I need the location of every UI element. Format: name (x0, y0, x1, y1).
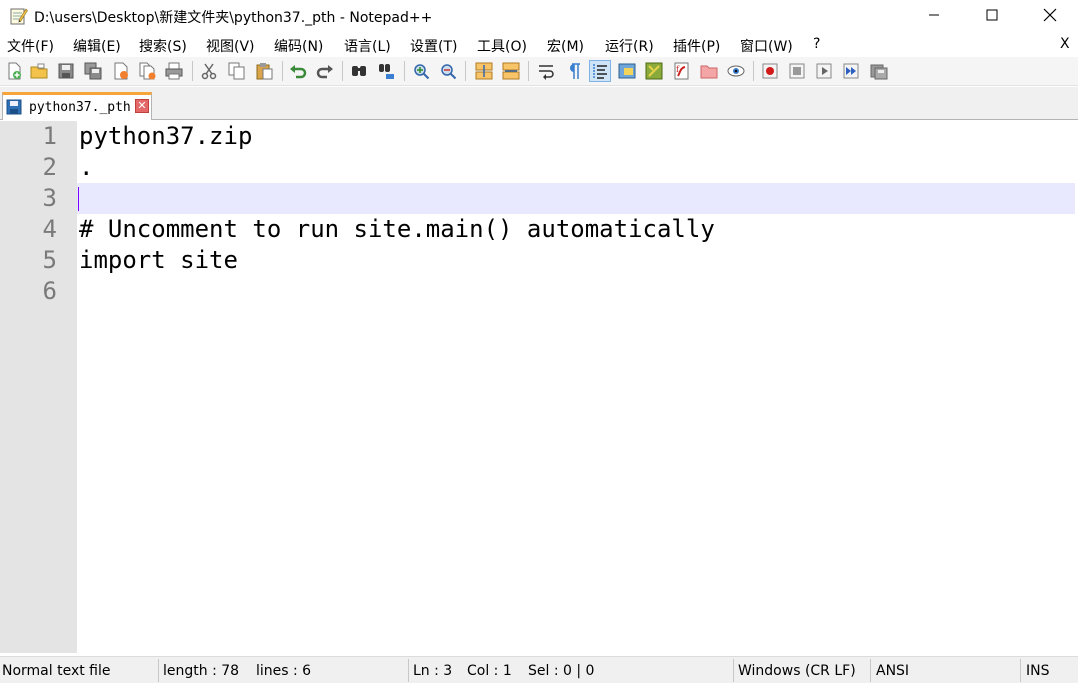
text-area[interactable]: python37.zip . # Uncomment to run site.m… (77, 121, 1078, 653)
menu-macro[interactable]: 宏(M) (547, 36, 584, 56)
save-icon[interactable] (55, 60, 77, 82)
zoom-out-icon[interactable] (437, 60, 459, 82)
paste-icon[interactable] (253, 60, 275, 82)
minimize-icon (929, 14, 939, 16)
undo-icon[interactable] (287, 60, 309, 82)
menu-search[interactable]: 搜索(S) (139, 36, 187, 56)
cut-icon[interactable] (198, 60, 220, 82)
record-macro-icon[interactable] (759, 60, 781, 82)
text-caret (78, 187, 79, 211)
folder-workspace-icon[interactable]: f (670, 60, 692, 82)
replace-icon[interactable] (376, 60, 398, 82)
line-number: 5 (42, 246, 57, 274)
tab-close-button[interactable]: ✕ (135, 99, 149, 113)
lines-label: lines : 6 (256, 663, 312, 679)
code-line[interactable]: import site (79, 245, 238, 276)
function-list-icon[interactable] (643, 60, 665, 82)
menu-bar: 文件(F) 编辑(E) 搜索(S) 视图(V) 编码(N) 语言(L) 设置(T… (0, 33, 1078, 57)
toolbar-separator (528, 61, 529, 81)
print-icon[interactable] (163, 60, 185, 82)
sync-vertical-icon[interactable] (473, 60, 495, 82)
code-line[interactable]: python37.zip (79, 121, 252, 152)
eol-format-label[interactable]: Windows (CR LF) (738, 663, 856, 679)
saved-file-icon (6, 99, 22, 115)
tab-label: python37._pth (29, 100, 131, 115)
line-position-label: Ln : 3 (413, 663, 453, 679)
stop-macro-icon[interactable] (786, 60, 808, 82)
maximize-icon (986, 9, 998, 21)
line-number: 1 (42, 122, 57, 150)
close-window-button[interactable] (1021, 0, 1078, 30)
tab-bar: python37._pth ✕ (0, 87, 1078, 120)
status-bar: Normal text file length : 78 lines : 6 L… (0, 656, 1078, 683)
show-all-chars-icon[interactable] (562, 60, 584, 82)
close-icon (1043, 8, 1057, 22)
toolbar-separator (753, 61, 754, 81)
menu-help[interactable]: ? (813, 36, 820, 52)
menu-view[interactable]: 视图(V) (206, 36, 255, 56)
monitor-icon[interactable] (725, 60, 747, 82)
menu-file[interactable]: 文件(F) (7, 36, 54, 56)
window-title: D:\users\Desktop\新建文件夹\python37._pth - N… (34, 10, 433, 26)
insert-mode-label: INS (1026, 663, 1050, 679)
length-label: length : 78 (163, 663, 240, 679)
status-separator (1020, 659, 1021, 682)
column-position-label: Col : 1 (467, 663, 512, 679)
menu-encoding[interactable]: 编码(N) (274, 36, 323, 56)
line-number: 4 (42, 215, 57, 243)
current-line-highlight (77, 183, 1075, 214)
menu-run[interactable]: 运行(R) (605, 36, 654, 56)
toolbar-separator (404, 61, 405, 81)
status-separator (733, 659, 734, 682)
line-number: 6 (42, 277, 57, 305)
toolbar-separator (342, 61, 343, 81)
menu-tools[interactable]: 工具(O) (477, 36, 527, 56)
menu-plugins[interactable]: 插件(P) (673, 36, 720, 56)
tab-python37-pth[interactable]: python37._pth ✕ (2, 92, 152, 120)
code-line[interactable]: # Uncomment to run site.main() automatic… (79, 214, 715, 245)
toolbar-separator (282, 61, 283, 81)
toolbar-separator (192, 61, 193, 81)
status-separator (870, 659, 871, 682)
redo-icon[interactable] (314, 60, 336, 82)
open-file-icon[interactable] (28, 60, 50, 82)
indent-guide-icon[interactable] (589, 60, 611, 82)
close-document-button[interactable]: X (1060, 36, 1070, 52)
editor[interactable]: 1 2 3 4 5 6 python37.zip . # Uncomment t… (0, 121, 1078, 653)
menu-settings[interactable]: 设置(T) (410, 36, 457, 56)
code-line[interactable]: . (79, 152, 93, 183)
menu-window[interactable]: 窗口(W) (740, 36, 793, 56)
close-file-icon[interactable] (110, 60, 132, 82)
new-file-icon[interactable] (3, 60, 25, 82)
line-number: 2 (42, 153, 57, 181)
encoding-label[interactable]: ANSI (876, 663, 909, 679)
notepad-icon (8, 6, 28, 26)
find-icon[interactable] (348, 60, 370, 82)
run-macro-multiple-icon[interactable] (840, 60, 862, 82)
folder-icon[interactable] (698, 60, 720, 82)
selection-label: Sel : 0 | 0 (528, 663, 595, 679)
close-all-icon[interactable] (137, 60, 159, 82)
save-all-icon[interactable] (82, 60, 104, 82)
menu-edit[interactable]: 编辑(E) (73, 36, 121, 56)
minimize-button[interactable] (905, 0, 963, 30)
copy-icon[interactable] (226, 60, 248, 82)
zoom-in-icon[interactable] (410, 60, 432, 82)
line-number: 3 (42, 184, 57, 212)
file-type-label: Normal text file (2, 663, 111, 679)
toolbar-separator (465, 61, 466, 81)
save-macro-icon[interactable] (868, 60, 890, 82)
word-wrap-icon[interactable] (535, 60, 557, 82)
play-macro-icon[interactable] (813, 60, 835, 82)
line-number-gutter: 1 2 3 4 5 6 (0, 121, 77, 653)
title-bar: D:\users\Desktop\新建文件夹\python37._pth - N… (0, 0, 1078, 32)
maximize-button[interactable] (963, 0, 1021, 30)
document-map-icon[interactable] (616, 60, 638, 82)
menu-language[interactable]: 语言(L) (344, 36, 391, 56)
status-separator (408, 659, 409, 682)
status-separator (158, 659, 159, 682)
toolbar: f (0, 57, 1078, 86)
sync-horizontal-icon[interactable] (500, 60, 522, 82)
